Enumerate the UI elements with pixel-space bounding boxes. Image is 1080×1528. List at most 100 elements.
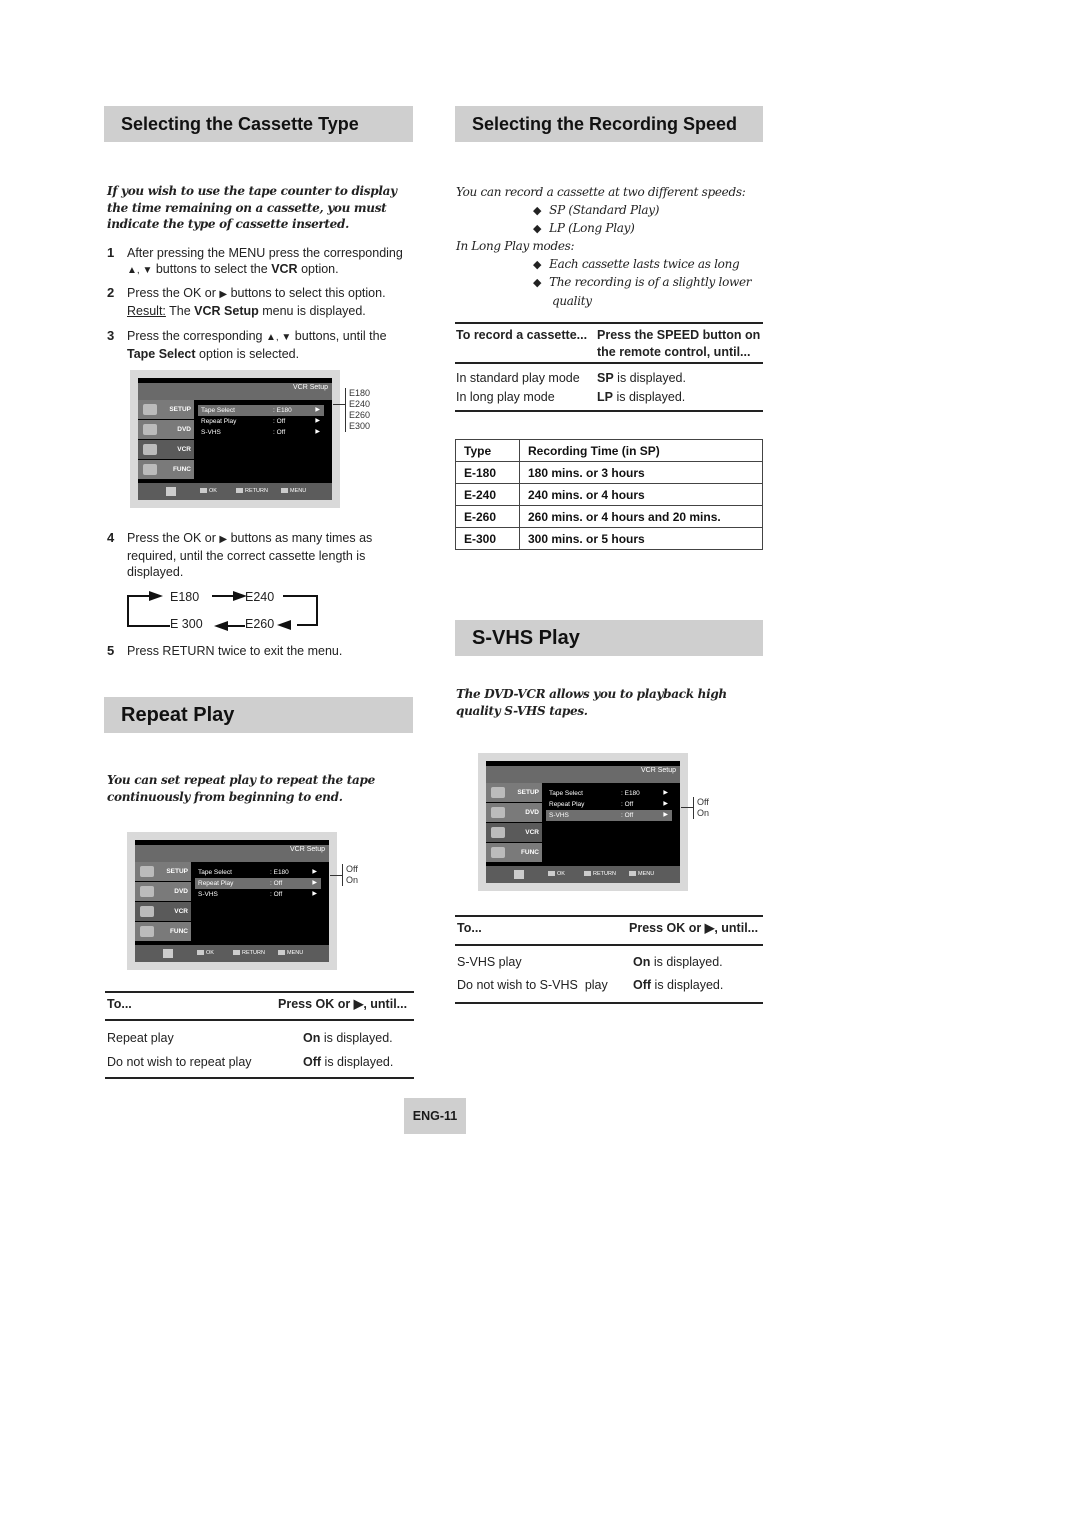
option: On	[697, 808, 710, 818]
return-icon	[584, 871, 591, 877]
table-row-action: Repeat play	[107, 1031, 174, 1045]
svhs-intro-text: The DVD-VCR allows you to playback high …	[456, 687, 727, 718]
cycle-item-e240: E240	[245, 590, 275, 604]
table-row-result: On is displayed.	[303, 1031, 393, 1045]
step-3: 3 Press the corresponding ▲, ▼ buttons, …	[107, 328, 417, 362]
table-rule	[455, 944, 763, 946]
menu-icon	[281, 488, 288, 494]
callout-line	[330, 875, 342, 876]
step-2: 2 Press the OK or ▶ buttons to select th…	[107, 285, 417, 319]
table-rule	[455, 322, 763, 324]
table-header-to: To...	[457, 921, 482, 935]
vcr-icon	[491, 827, 505, 838]
table-header: Type	[455, 439, 520, 462]
right-arrow-icon: ▶	[663, 801, 668, 807]
arrow-icon	[214, 621, 228, 631]
diamond-bullet-icon: ◆	[533, 204, 542, 217]
osd-rows: Tape Select: E180 ▶ Repeat Play: Off ▶ S-V…	[195, 867, 321, 900]
osd-tab-vcr: VCR	[138, 440, 194, 459]
step-text: The	[165, 304, 195, 318]
step-5: 5 Press RETURN twice to exit the menu.	[107, 643, 417, 661]
osd-row-svhs: S-VHS: Off ▶	[201, 429, 320, 436]
recording-time-table: Type Recording Time (in SP) E-180 180 mi…	[455, 439, 763, 550]
osd-row-svhs: S-VHS: Off ▶	[546, 810, 672, 821]
cassette-cycle-diagram	[127, 591, 318, 631]
cassette-intro-text: If you wish to use the tape counter to d…	[107, 184, 397, 231]
table-header-press: Press OK or ▶, until...	[278, 997, 408, 1011]
osd-menu-tape-select: VCR Setup SETUP DVD VCR FUNC Tape Select…	[130, 370, 340, 508]
step-text: option.	[297, 262, 339, 276]
osd-footer: OK RETURN MENU	[135, 945, 329, 962]
step-text: menu is displayed.	[258, 304, 366, 318]
cycle-item-e260: E260	[245, 617, 275, 631]
osd-row-tape-select: Tape Select: E180 ▶	[198, 405, 324, 416]
type-cell: E-180	[455, 461, 520, 484]
table-row-result: Off is displayed.	[303, 1055, 394, 1069]
repeat-intro-text: You can set repeat play to repeat the ta…	[107, 773, 375, 804]
gear-icon	[143, 404, 157, 415]
arrow-icon	[277, 620, 291, 630]
osd-tab-vcr: VCR	[486, 823, 542, 842]
menu-icon	[278, 950, 285, 956]
table-row-action: Do not wish to S-VHS play	[457, 978, 608, 992]
osd-menu-svhs: VCR Setup SETUP DVD VCR FUNC Tape Select…	[478, 753, 688, 891]
osd-tabs: SETUP DVD VCR FUNC	[135, 862, 191, 942]
osd-tabs: SETUP DVD VCR FUNC	[138, 400, 194, 480]
step-number: 5	[107, 643, 115, 658]
step-bold-text: Tape Select	[127, 347, 196, 361]
osd-tab-dvd: DVD	[486, 803, 542, 822]
osd-row-svhs: S-VHS: Off ▶	[198, 891, 317, 898]
osd-tab-func: FUNC	[486, 843, 542, 862]
gear-icon	[140, 866, 154, 877]
right-arrow-icon: ▶	[663, 790, 668, 796]
return-icon	[233, 950, 240, 956]
step-number: 4	[107, 530, 115, 545]
long-play-point: ◆ Each cassette lasts twice as long	[533, 257, 740, 271]
speed-item: ◆ SP (Standard Play)	[533, 203, 660, 217]
right-arrow-icon: ▶	[315, 429, 320, 435]
option: On	[346, 875, 359, 885]
osd-tab-dvd: DVD	[138, 420, 194, 439]
speed-intro-text: You can record a cassette at two differe…	[456, 185, 746, 199]
func-icon	[140, 926, 154, 937]
func-icon	[143, 464, 157, 475]
table-rule	[455, 410, 763, 412]
osd-tab-func: FUNC	[138, 460, 194, 479]
table-row-result: Off is displayed.	[633, 978, 724, 992]
section-heading-svhs-play: S-VHS Play	[455, 620, 763, 656]
osd-rows: Tape Select: E180 ▶ Repeat Play: Off ▶ S-V…	[198, 405, 324, 438]
step-4: 4 Press the OK or ▶ buttons as many time…	[107, 530, 417, 580]
osd-tabs: SETUP DVD VCR FUNC	[486, 783, 542, 863]
osd-row-tape-select: Tape Select: E180 ▶	[549, 790, 668, 797]
svhs-options-list: Off On	[693, 797, 709, 819]
osd-tab-dvd: DVD	[135, 882, 191, 901]
diamond-bullet-icon: ◆	[533, 258, 542, 271]
osd-title: VCR Setup	[289, 846, 325, 853]
step-text: buttons to select the	[152, 262, 272, 276]
table-row-action: Do not wish to repeat play	[107, 1055, 252, 1069]
option: E260	[349, 410, 371, 420]
step-1: 1 After pressing the MENU press the corr…	[107, 245, 417, 279]
table-row: E-240 240 mins. or 4 hours	[455, 483, 763, 506]
ok-icon	[548, 871, 555, 877]
cycle-item-e300: E 300	[170, 617, 203, 631]
osd-tab-setup: SETUP	[135, 862, 191, 881]
right-arrow-icon: ▶	[312, 891, 317, 897]
type-cell: E-240	[455, 483, 520, 506]
step-bold-text: VCR Setup	[194, 304, 259, 318]
table-row-result: LP is displayed.	[597, 390, 686, 404]
table-rule	[455, 362, 763, 364]
osd-footer: OK RETURN MENU	[486, 866, 680, 883]
diamond-bullet-icon: ◆	[533, 222, 542, 235]
step-number: 1	[107, 245, 115, 260]
osd-title: VCR Setup	[292, 384, 328, 391]
vcr-icon	[143, 444, 157, 455]
option: Off	[697, 797, 709, 807]
long-play-label: In Long Play modes:	[456, 239, 575, 253]
page-number: ENG-11	[404, 1098, 466, 1134]
callout-line	[681, 807, 693, 808]
table-row: E-260 260 mins. or 4 hours and 20 mins.	[455, 505, 763, 528]
ok-icon	[200, 488, 207, 494]
ok-icon	[197, 950, 204, 956]
table-header-press-speed: Press the SPEED button on	[597, 328, 761, 342]
